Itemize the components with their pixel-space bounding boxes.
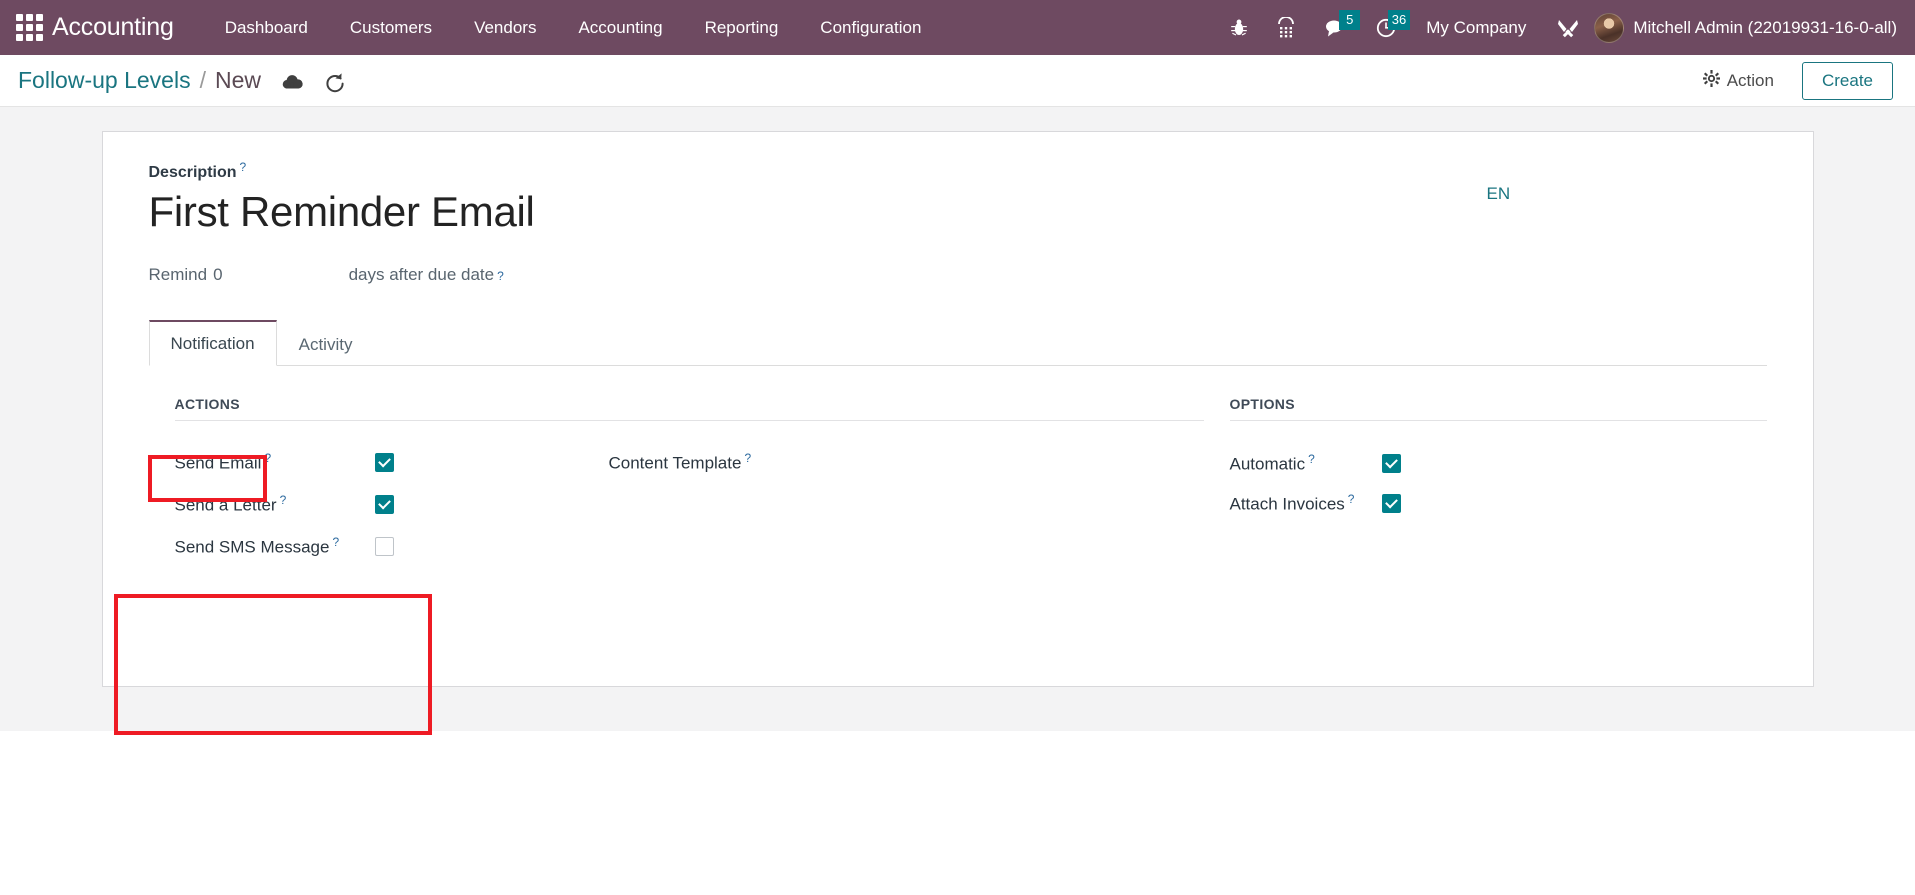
company-switcher[interactable]: My Company <box>1412 18 1542 38</box>
create-button[interactable]: Create <box>1801 61 1893 100</box>
discard-undo-icon[interactable] <box>324 72 346 93</box>
messages-menu[interactable]: 5 <box>1310 0 1362 55</box>
automatic-help-icon[interactable]: ? <box>1308 452 1315 466</box>
title-column: Description? First Reminder Email <box>149 160 1487 235</box>
description-label-wrap: Description? <box>149 160 1487 182</box>
form-sheet-inner: Description? First Reminder Email EN Rem… <box>103 132 1813 583</box>
send-sms-label-wrap: Send SMS Message? <box>175 535 375 558</box>
remind-help-icon[interactable]: ? <box>497 269 504 283</box>
navbar-systray: 5 36 My Company Mitchell Admin (22019931… <box>1216 0 1901 55</box>
actions-inner: Send Email? Send a Letter? Send SMS Mess… <box>149 427 1204 583</box>
user-name-label: Mitchell Admin (22019931-16-0-all) <box>1633 17 1897 37</box>
row-content-template: Content Template? <box>609 441 1036 483</box>
gear-icon <box>1702 69 1720 92</box>
content-template-label: Content Template <box>608 453 742 473</box>
page-area: Description? First Reminder Email EN Rem… <box>0 107 1915 735</box>
bug-icon[interactable] <box>1216 0 1262 55</box>
send-a-letter-checkbox[interactable] <box>374 494 394 514</box>
form-sheet: Description? First Reminder Email EN Rem… <box>101 131 1814 687</box>
send-email-label: Send Email <box>174 453 262 473</box>
automatic-checkbox[interactable] <box>1381 453 1401 473</box>
send-sms-message-label: Send SMS Message <box>174 537 330 557</box>
content-template-help-icon[interactable]: ? <box>744 451 751 465</box>
action-button-label: Action <box>1726 70 1774 90</box>
menu-item-dashboard[interactable]: Dashboard <box>204 10 329 46</box>
send-sms-message-help-icon[interactable]: ? <box>332 535 339 549</box>
activities-badge: 36 <box>1387 10 1411 30</box>
apps-grid-icon[interactable] <box>14 13 44 43</box>
page-title[interactable]: First Reminder Email <box>149 188 1487 235</box>
options-checkbox-list: Automatic? Attach Invoices? <box>1204 427 1767 523</box>
send-email-label-wrap: Send Email? <box>175 451 375 474</box>
send-sms-message-checkbox[interactable] <box>374 536 394 556</box>
dialpad-icon[interactable] <box>1262 0 1310 55</box>
user-menu[interactable]: Mitchell Admin (22019931-16-0-all) <box>1594 12 1901 43</box>
language-badge[interactable]: EN <box>1487 184 1767 204</box>
top-navbar: Accounting Dashboard Customers Vendors A… <box>0 0 1915 55</box>
automatic-label-wrap: Automatic? <box>1230 452 1382 475</box>
messages-badge: 5 <box>1339 10 1361 30</box>
breadcrumb-separator: / <box>199 67 206 93</box>
tools-icon[interactable] <box>1542 0 1594 55</box>
activities-menu[interactable]: 36 <box>1362 0 1412 55</box>
menu-item-vendors[interactable]: Vendors <box>453 10 557 46</box>
send-email-help-icon[interactable]: ? <box>264 451 271 465</box>
remind-suffix-label: days after due date <box>348 265 495 285</box>
menu-item-reporting[interactable]: Reporting <box>684 10 800 46</box>
attach-invoices-label-wrap: Attach Invoices? <box>1230 492 1382 515</box>
menu-item-accounting[interactable]: Accounting <box>557 10 683 46</box>
avatar <box>1594 12 1625 43</box>
send-a-letter-label-wrap: Send a Letter? <box>175 493 375 516</box>
tab-activity[interactable]: Activity <box>277 322 375 366</box>
options-group-title: OPTIONS <box>1229 396 1295 413</box>
control-panel-actions: Action Create <box>1689 61 1893 100</box>
row-automatic: Automatic? <box>1204 443 1767 483</box>
breadcrumb: Follow-up Levels / New <box>18 67 261 94</box>
remind-prefix-label: Remind <box>148 265 208 285</box>
remind-days-input[interactable]: 0 <box>213 265 222 285</box>
attach-invoices-help-icon[interactable]: ? <box>1348 492 1355 506</box>
content-template-label-wrap: Content Template? <box>609 451 752 474</box>
options-group-divider <box>1229 420 1767 422</box>
send-email-checkbox[interactable] <box>374 452 394 472</box>
row-send-sms-message: Send SMS Message? <box>149 525 579 567</box>
menu-item-configuration[interactable]: Configuration <box>799 10 942 46</box>
actions-checkbox-list: Send Email? Send a Letter? Send SMS Mess… <box>149 427 579 583</box>
send-a-letter-label: Send a Letter <box>174 495 277 515</box>
menu-item-customers[interactable]: Customers <box>329 10 453 46</box>
content-template-group: Content Template? <box>579 427 1036 583</box>
description-label: Description <box>148 164 237 182</box>
row-send-email: Send Email? <box>149 441 579 483</box>
automatic-label: Automatic <box>1229 454 1306 474</box>
remind-row: Remind 0 days after due date? <box>149 265 1767 285</box>
actions-group-divider <box>174 420 1204 422</box>
actions-column: ACTIONS Send Email? Send a Letter? Send … <box>149 396 1204 583</box>
options-column: OPTIONS Automatic? Attach Invoices? <box>1204 396 1767 583</box>
row-attach-invoices: Attach Invoices? <box>1204 483 1767 523</box>
control-panel: Follow-up Levels / New Action Create <box>0 55 1915 107</box>
page-bottom-whitespace <box>0 731 1915 895</box>
title-row: Description? First Reminder Email EN <box>149 160 1767 235</box>
cloud-upload-save-icon[interactable] <box>281 73 304 92</box>
attach-invoices-checkbox[interactable] <box>1381 493 1401 513</box>
attach-invoices-label: Attach Invoices <box>1229 494 1345 514</box>
tab-notification[interactable]: Notification <box>148 320 277 367</box>
description-help-icon[interactable]: ? <box>240 160 247 174</box>
breadcrumb-item-new: New <box>214 67 261 93</box>
main-menu: Dashboard Customers Vendors Accounting R… <box>204 10 943 46</box>
app-brand-accounting[interactable]: Accounting <box>52 13 174 42</box>
send-a-letter-help-icon[interactable]: ? <box>280 493 287 507</box>
actions-group-title: ACTIONS <box>174 396 240 413</box>
action-button[interactable]: Action <box>1689 64 1788 98</box>
row-send-a-letter: Send a Letter? <box>149 483 579 525</box>
breadcrumb-item-followup-levels[interactable]: Follow-up Levels <box>18 67 191 94</box>
notebook-tabs: Notification Activity <box>148 319 1767 367</box>
notification-tab-panel: ACTIONS Send Email? Send a Letter? Send … <box>149 366 1767 583</box>
